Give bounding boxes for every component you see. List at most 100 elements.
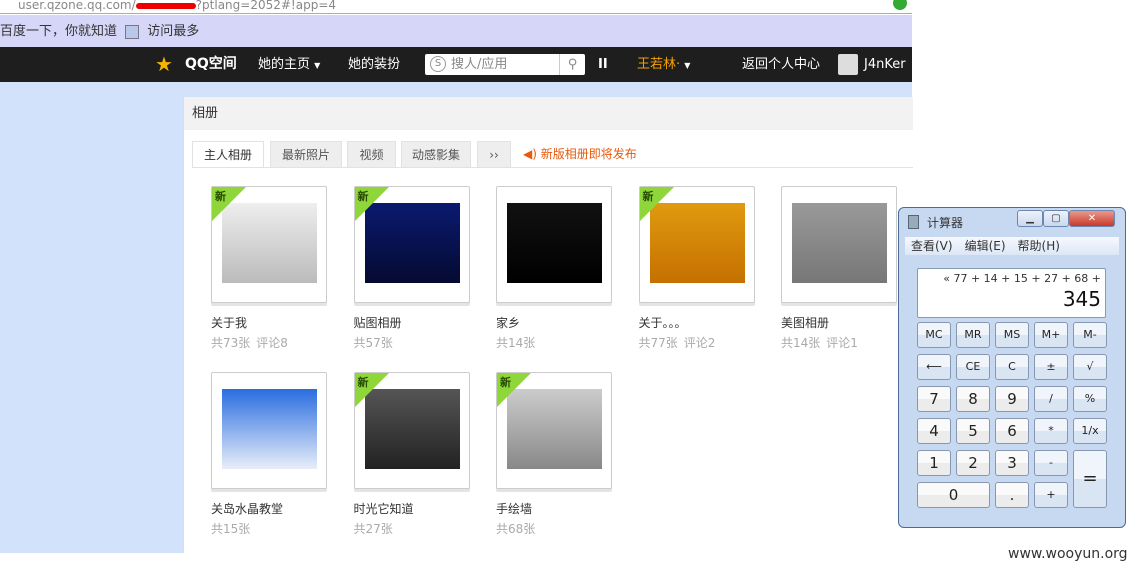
album-stats: 共14张 (496, 334, 535, 351)
calc-key[interactable]: 0 (917, 482, 990, 508)
tab-more[interactable]: ›› (477, 141, 511, 168)
calc-key[interactable]: M- (1073, 322, 1107, 348)
album-name[interactable]: 时光它知道 (354, 500, 414, 517)
tab-flash-albums[interactable]: 动感影集 (401, 141, 471, 168)
calc-key[interactable]: MR (956, 322, 990, 348)
album-name[interactable]: 美图相册 (781, 314, 829, 331)
comment-count[interactable]: 评论2 (684, 336, 716, 350)
caret-down-icon: ▼ (314, 61, 321, 70)
calc-key[interactable]: 4 (917, 418, 951, 444)
calculator-display: « 77 + 14 + 15 + 27 + 68 + 345 (917, 268, 1106, 318)
calc-key[interactable]: 9 (995, 386, 1029, 412)
bookmarks-bar: 百度一下，你就知道 访问最多 (0, 15, 912, 47)
album-stats: 共77张 评论2 (639, 334, 716, 351)
url-host: user.qzone.qq.com/ (18, 0, 136, 12)
album-stats: 共15张 (211, 520, 250, 537)
calc-key[interactable]: 3 (995, 450, 1029, 476)
my-name[interactable]: J4nKer (864, 47, 906, 82)
photo-count: 共15张 (211, 522, 251, 536)
minimize-button[interactable]: ▁ (1017, 210, 1043, 227)
search-icon[interactable]: ⚲ (559, 54, 585, 75)
nav-home-label: 她的主页 (258, 57, 311, 72)
album-name[interactable]: 关岛水晶教堂 (211, 500, 283, 517)
close-button[interactable]: ✕ (1069, 210, 1115, 227)
menu-view[interactable]: 查看(V) (911, 239, 953, 253)
album-stats: 共57张 (354, 334, 393, 351)
photo-count: 共77张 (638, 336, 678, 350)
maximize-button[interactable]: ▢ (1043, 210, 1069, 227)
avatar[interactable] (838, 54, 858, 75)
calc-key[interactable]: MC (917, 322, 951, 348)
calc-key[interactable]: √ (1073, 354, 1107, 380)
calc-key[interactable]: / (1034, 386, 1068, 412)
nav-her-dress[interactable]: 她的装扮 (348, 47, 400, 82)
tab-owner-albums[interactable]: 主人相册 (192, 141, 264, 168)
album-thumbnail (507, 203, 602, 283)
search-input[interactable]: S 搜人/应用 ⚲ (425, 54, 585, 75)
album-cover[interactable] (781, 186, 897, 303)
menu-help[interactable]: 帮助(H) (1018, 239, 1060, 253)
expression-history: « 77 + 14 + 15 + 27 + 68 + (943, 272, 1101, 285)
menu-edit[interactable]: 编辑(E) (965, 239, 1006, 253)
comment-count[interactable]: 评论8 (256, 336, 288, 350)
album-cover[interactable] (496, 186, 612, 303)
album-cover[interactable]: 新 (211, 186, 327, 303)
calculator-icon (908, 215, 919, 229)
new-badge: 新 (354, 373, 389, 407)
photo-count: 共73张 (211, 336, 251, 350)
calc-key[interactable]: ± (1034, 354, 1068, 380)
calc-key[interactable]: MS (995, 322, 1029, 348)
qzone-star-icon: ★ (155, 52, 173, 76)
calc-key[interactable]: 1 (917, 450, 951, 476)
album-panel: 相册 主人相册 最新照片 视频 动感影集 ›› ◀) 新版相册即将发布 新关于我… (183, 97, 913, 553)
calc-key[interactable]: 5 (956, 418, 990, 444)
album-stats: 共14张 评论1 (781, 334, 858, 351)
tab-videos[interactable]: 视频 (347, 141, 396, 168)
album-cover[interactable]: 新 (638, 186, 755, 303)
album-name[interactable]: 贴图相册 (354, 314, 402, 331)
calc-key[interactable]: C (995, 354, 1029, 380)
album-cover[interactable]: 新 (496, 372, 612, 489)
search-placeholder: 搜人/应用 (451, 57, 508, 72)
album-cover[interactable] (211, 372, 327, 489)
top-strip (183, 82, 912, 97)
calc-key[interactable]: 6 (995, 418, 1029, 444)
back-personal-center[interactable]: 返回个人中心 (742, 47, 820, 82)
album-name[interactable]: 家乡 (496, 314, 520, 331)
album-name[interactable]: 关于我 (211, 314, 247, 331)
calc-key[interactable]: M+ (1034, 322, 1068, 348)
qzone-logo[interactable]: QQ空间 (185, 47, 237, 82)
calc-key[interactable]: . (995, 482, 1029, 508)
calc-key[interactable]: 2 (956, 450, 990, 476)
tab-latest-photos[interactable]: 最新照片 (270, 141, 342, 168)
user-dropdown[interactable]: 王若林· ▼ (637, 47, 690, 83)
calc-key[interactable]: - (1034, 450, 1068, 476)
bookmark-most-visited[interactable]: 访问最多 (147, 24, 199, 39)
calc-key[interactable]: 7 (917, 386, 951, 412)
pause-icon[interactable]: II (598, 47, 608, 82)
album-name[interactable]: 关于。。。 (639, 314, 687, 331)
new-badge: 新 (639, 187, 674, 221)
album-cover[interactable]: 新 (353, 186, 470, 303)
calc-key[interactable]: 1/x (1073, 418, 1107, 444)
album-name[interactable]: 手绘墙 (496, 500, 532, 517)
calc-key[interactable]: CE (956, 354, 990, 380)
calculator-window: 计算器 ▁ ▢ ✕ 查看(V) 编辑(E) 帮助(H) « 77 + 14 + 15… (898, 207, 1126, 528)
photo-count: 共14张 (781, 336, 821, 350)
bookmark-baidu[interactable]: 百度一下，你就知道 (0, 24, 117, 39)
comment-count[interactable]: 评论1 (826, 336, 858, 350)
album-thumbnail (222, 389, 317, 469)
calc-key[interactable]: ⟵ (917, 354, 951, 380)
album-stats: 共68张 (496, 520, 535, 537)
calc-key[interactable]: + (1034, 482, 1068, 508)
panel-title: 相册 (184, 97, 913, 130)
calc-key[interactable]: * (1034, 418, 1068, 444)
calc-key[interactable]: % (1073, 386, 1107, 412)
album-cover[interactable]: 新 (353, 372, 470, 489)
nav-her-home[interactable]: 她的主页 ▼ (258, 47, 320, 83)
notice-link[interactable]: ◀) 新版相册即将发布 (523, 141, 637, 168)
calc-key[interactable]: = (1073, 450, 1107, 508)
address-bar[interactable]: user.qzone.qq.com/ ?ptlang=2052#!app=4 (0, 0, 912, 14)
calc-key[interactable]: 8 (956, 386, 990, 412)
new-badge-label: 新 (642, 190, 654, 203)
